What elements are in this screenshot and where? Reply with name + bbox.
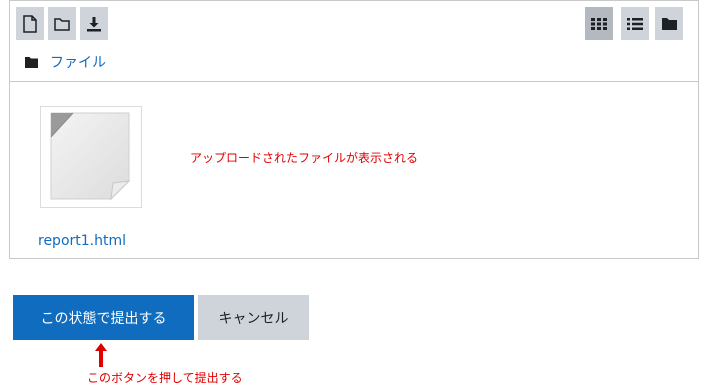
submit-instruction-note: このボタンを押して提出する xyxy=(87,371,243,385)
breadcrumb: ファイル xyxy=(25,52,106,72)
grid-view-button[interactable] xyxy=(585,7,613,40)
new-file-icon xyxy=(23,14,37,33)
new-folder-icon xyxy=(54,17,70,31)
arrow-up-icon xyxy=(95,343,107,367)
list-view-button[interactable] xyxy=(621,7,649,40)
grid-view-icon xyxy=(591,17,607,30)
list-view-icon xyxy=(627,17,643,30)
file-area: report1.html xyxy=(10,82,698,258)
add-file-button[interactable] xyxy=(16,7,44,40)
folder-view-icon xyxy=(661,18,677,30)
create-folder-button[interactable] xyxy=(48,7,76,40)
file-manager-header: ファイル xyxy=(10,1,698,82)
download-all-button[interactable] xyxy=(80,7,108,40)
submit-button[interactable]: この状態で提出する xyxy=(13,295,194,340)
tree-view-button[interactable] xyxy=(655,7,683,40)
file-thumbnail[interactable] xyxy=(40,106,142,208)
file-name-link[interactable]: report1.html xyxy=(38,233,126,249)
file-thumbnail-icon xyxy=(50,112,131,201)
breadcrumb-files-link[interactable]: ファイル xyxy=(50,52,106,72)
file-manager: ファイル report1.html xyxy=(9,0,699,259)
folder-icon xyxy=(25,56,38,68)
uploaded-files-note: アップロードされたファイルが表示される xyxy=(190,151,419,165)
download-icon xyxy=(87,16,101,31)
cancel-button[interactable]: キャンセル xyxy=(198,295,309,340)
